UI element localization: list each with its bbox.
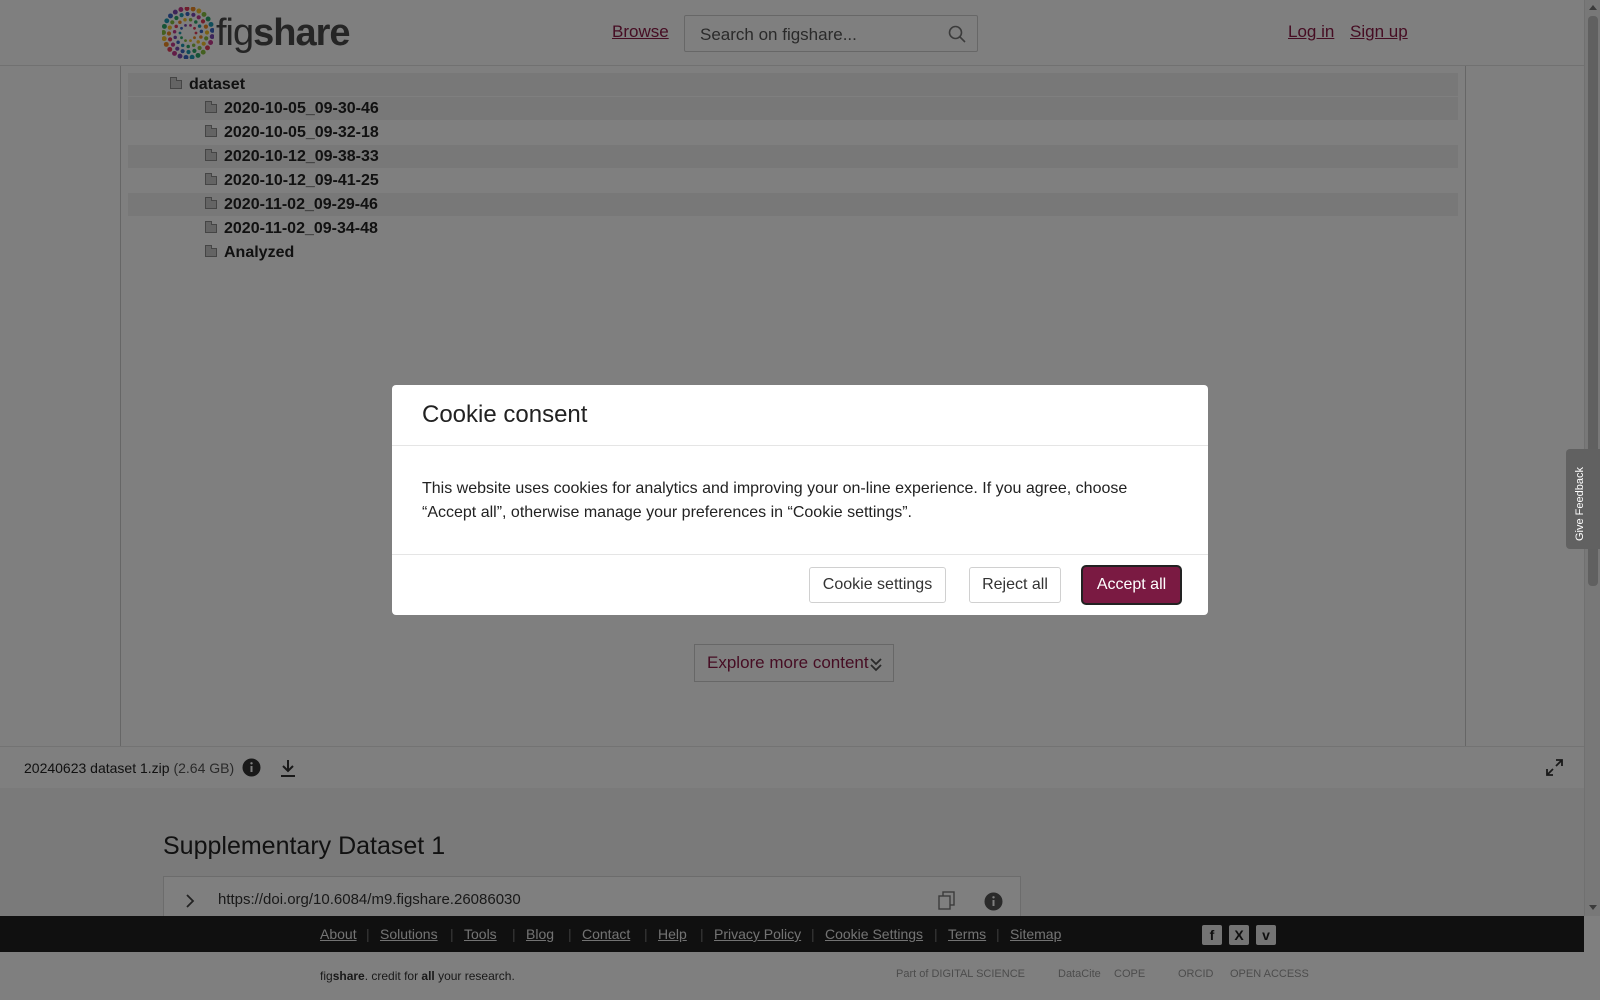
divider [392,445,1208,446]
give-feedback-tab[interactable]: Give Feedback [1566,449,1600,549]
feedback-label: Give Feedback [1574,467,1586,541]
divider [392,554,1208,555]
dialog-title: Cookie consent [422,401,588,428]
dialog-body: This website uses cookies for analytics … [422,480,1128,521]
cookie-consent-dialog: Cookie consent This website uses cookies… [392,385,1208,615]
accept-all-button[interactable]: Accept all [1083,567,1180,603]
cookie-settings-button[interactable]: Cookie settings [809,567,946,603]
reject-all-button[interactable]: Reject all [969,567,1061,603]
